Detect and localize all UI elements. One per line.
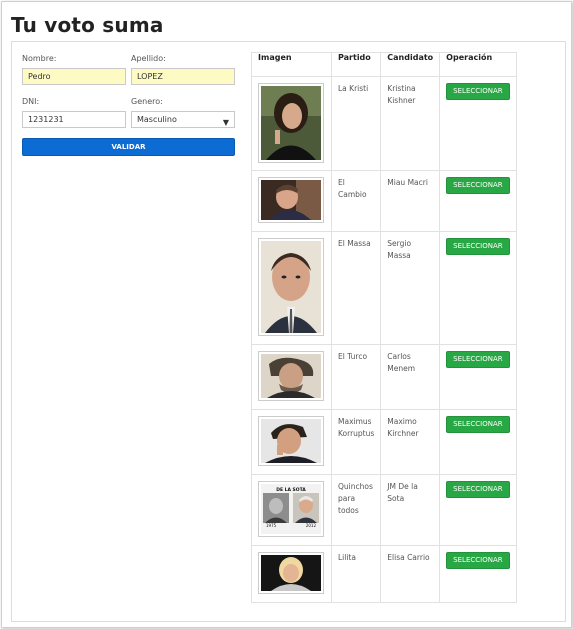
table-row: El Cambio Miau Macri SELECCIONAR xyxy=(251,170,517,232)
nombre-input[interactable] xyxy=(22,68,126,85)
apellido-label: Apellido: xyxy=(131,54,166,63)
validar-button[interactable]: VALIDAR xyxy=(22,138,235,156)
nombre-label: Nombre: xyxy=(22,54,57,63)
seleccionar-button[interactable]: SELECCIONAR xyxy=(446,351,510,368)
operacion-cell: SELECCIONAR xyxy=(439,231,517,345)
candidate-image-cell xyxy=(251,409,332,475)
seleccionar-button[interactable]: SELECCIONAR xyxy=(446,83,510,100)
partido-cell: La Kristi xyxy=(330,76,382,171)
candidate-photo: DE LA SOTA 1975 2012 xyxy=(258,481,324,537)
image-caption: DE LA SOTA xyxy=(276,488,306,493)
header-candidato: Candidato xyxy=(380,52,441,77)
page-title: Tu voto suma xyxy=(11,13,164,37)
partido-cell: Lilita xyxy=(330,545,382,603)
operacion-cell: SELECCIONAR xyxy=(439,409,517,475)
table-row: DE LA SOTA 1975 2012 Quinchos para todos… xyxy=(251,474,517,546)
candidate-image-cell xyxy=(251,170,332,232)
candidato-cell: Elisa Carrio xyxy=(380,545,441,603)
candidate-image-cell: DE LA SOTA 1975 2012 xyxy=(251,474,332,546)
partido-cell: El Massa xyxy=(330,231,382,345)
candidate-photo xyxy=(258,177,324,223)
candidate-image-cell xyxy=(251,76,332,171)
header-operacion: Operación xyxy=(439,52,517,77)
operacion-cell: SELECCIONAR xyxy=(439,474,517,546)
chevron-down-icon: ▼ xyxy=(222,118,229,127)
operacion-cell: SELECCIONAR xyxy=(439,76,517,171)
table-header-row: Imagen Partido Candidato Operación xyxy=(251,52,517,77)
image-year-right: 2012 xyxy=(305,523,316,528)
genero-select-value: Masculino xyxy=(137,115,177,124)
genero-label: Genero: xyxy=(131,97,163,106)
candidato-cell: Carlos Menem xyxy=(380,344,441,410)
table-row: Maximus Korruptus Maximo Kirchner SELECC… xyxy=(251,409,517,475)
candidate-image-cell xyxy=(251,344,332,410)
candidato-cell: Miau Macri xyxy=(380,170,441,232)
seleccionar-button[interactable]: SELECCIONAR xyxy=(446,238,510,255)
partido-cell: El Cambio xyxy=(330,170,382,232)
image-year-left: 1975 xyxy=(266,523,277,528)
candidate-photo xyxy=(258,83,324,163)
seleccionar-button[interactable]: SELECCIONAR xyxy=(446,416,510,433)
seleccionar-button[interactable]: SELECCIONAR xyxy=(446,177,510,194)
seleccionar-button[interactable]: SELECCIONAR xyxy=(446,552,510,569)
candidate-image-cell xyxy=(251,231,332,345)
operacion-cell: SELECCIONAR xyxy=(439,170,517,232)
operacion-cell: SELECCIONAR xyxy=(439,545,517,603)
candidato-cell: Kristina Kishner xyxy=(380,76,441,171)
candidates-table: Imagen Partido Candidato Operación La Kr… xyxy=(251,52,517,603)
table-row: El Turco Carlos Menem SELECCIONAR xyxy=(251,344,517,410)
dni-input[interactable] xyxy=(22,111,126,128)
partido-cell: Maximus Korruptus xyxy=(330,409,382,475)
operacion-cell: SELECCIONAR xyxy=(439,344,517,410)
genero-select[interactable]: Masculino ▼ xyxy=(131,111,235,128)
candidate-image-cell xyxy=(251,545,332,603)
header-partido: Partido xyxy=(330,52,382,77)
header-imagen: Imagen xyxy=(251,52,332,77)
window-frame: Tu voto suma Nombre: Apellido: DNI: Gene… xyxy=(1,1,572,628)
partido-cell: Quinchos para todos xyxy=(330,474,382,546)
candidate-photo xyxy=(258,552,324,594)
seleccionar-button[interactable]: SELECCIONAR xyxy=(446,481,510,498)
candidate-photo xyxy=(258,238,324,336)
candidato-cell: Maximo Kirchner xyxy=(380,409,441,475)
table-row: El Massa Sergio Massa SELECCIONAR xyxy=(251,231,517,345)
candidate-photo xyxy=(258,351,324,401)
table-row: Lilita Elisa Carrio SELECCIONAR xyxy=(251,545,517,603)
table-row: La Kristi Kristina Kishner SELECCIONAR xyxy=(251,76,517,171)
candidato-cell: JM De la Sota xyxy=(380,474,441,546)
dni-label: DNI: xyxy=(22,97,40,106)
main-panel: Nombre: Apellido: DNI: Genero: Masculino… xyxy=(11,41,566,622)
candidato-cell: Sergio Massa xyxy=(380,231,441,345)
partido-cell: El Turco xyxy=(330,344,382,410)
apellido-input[interactable] xyxy=(131,68,235,85)
candidate-photo xyxy=(258,416,324,466)
